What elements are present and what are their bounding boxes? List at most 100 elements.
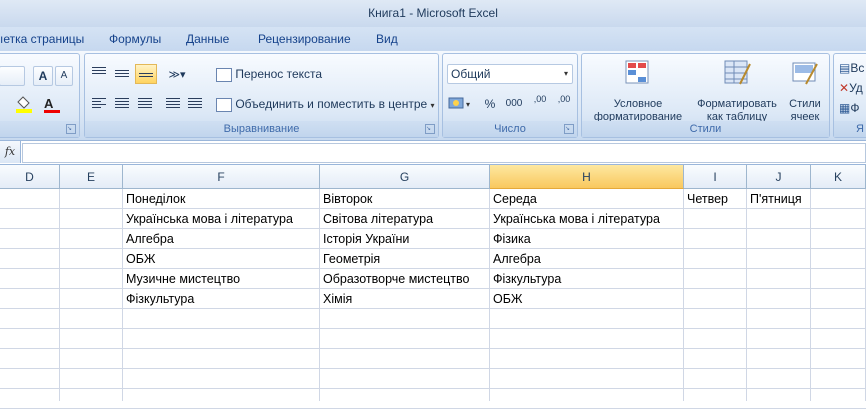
cell-G-row6[interactable]: Хімія (320, 289, 352, 309)
wrap-text-icon (216, 67, 232, 82)
cells-group-label: Я (834, 121, 866, 137)
wrap-text-label: Перенос текста (235, 67, 323, 81)
formula-bar: fx (0, 141, 866, 165)
align-right-button[interactable] (135, 94, 155, 114)
cell-H-row4[interactable]: Алгебра (490, 249, 541, 269)
grow-font-button[interactable]: A (33, 66, 53, 86)
cell-F-row6[interactable]: Фізкультура (123, 289, 194, 309)
format-cells-button[interactable]: ▦Ф (838, 98, 866, 118)
gridline-horizontal (0, 328, 866, 329)
conditional-formatting-line1: Условное (613, 98, 663, 110)
conditional-formatting-icon (625, 60, 649, 84)
font-color-button[interactable]: A (43, 94, 71, 114)
decrease-indent-button[interactable] (163, 94, 183, 114)
fx-button[interactable]: fx (0, 141, 21, 163)
shrink-font-button[interactable]: A (55, 66, 73, 86)
fill-bucket-icon (16, 96, 32, 113)
format-table-icon (724, 60, 751, 85)
cell-H-row6[interactable]: ОБЖ (490, 289, 522, 309)
delete-cells-button[interactable]: ✕Уд (838, 78, 866, 98)
styles-group: Условное форматирование Форматировать ка… (581, 53, 830, 138)
column-header-I[interactable]: I (684, 165, 747, 189)
column-header-H[interactable]: H (490, 165, 684, 189)
align-top-button[interactable] (89, 64, 109, 84)
ribbon: A A A ↘ ≫▾ Перенос текста Объединить и п… (0, 51, 866, 141)
cell-F-row2[interactable]: Українська мова і література (123, 209, 293, 229)
fill-color-button[interactable] (13, 94, 37, 114)
cell-H-row1[interactable]: Середа (490, 189, 537, 209)
cell-H-row2[interactable]: Українська мова і література (490, 209, 660, 229)
merge-center-button[interactable]: Объединить и поместить в центре ▾ (215, 94, 435, 114)
svg-text:▾: ▾ (466, 100, 470, 109)
conditional-formatting-button[interactable]: Условное форматирование (586, 58, 690, 124)
thousands-button[interactable]: 000 (502, 94, 526, 114)
cell-H-row3[interactable]: Фізика (490, 229, 531, 249)
cell-G-row1[interactable]: Вівторок (320, 189, 372, 209)
cell-F-row1[interactable]: Понеділок (123, 189, 185, 209)
delete-cells-icon: ✕ (839, 81, 850, 95)
tab-view[interactable]: Вид (376, 27, 398, 51)
gridline-horizontal (0, 368, 866, 369)
alignment-group-label: Выравнивание (85, 121, 438, 137)
merge-center-label: Объединить и поместить в центре (235, 97, 428, 111)
styles-group-label: Стили (582, 121, 829, 137)
formula-input[interactable] (22, 143, 866, 163)
column-header-F[interactable]: F (123, 165, 320, 189)
number-launcher-icon[interactable]: ↘ (564, 124, 574, 134)
cell-F-row5[interactable]: Музичне мистецтво (123, 269, 240, 289)
alignment-launcher-icon[interactable]: ↘ (425, 124, 435, 134)
cells-group: ▤Вс ✕Уд ▦Ф Я (833, 53, 866, 138)
cell-styles-button[interactable]: Стили ячеек (783, 58, 827, 124)
orientation-button[interactable]: ≫▾ (163, 64, 191, 84)
column-header-K[interactable]: K (811, 165, 866, 189)
align-left-icon (92, 98, 106, 108)
cell-G-row4[interactable]: Геометрія (320, 249, 380, 269)
column-header-E[interactable]: E (60, 165, 123, 189)
font-size-box[interactable] (0, 66, 25, 86)
tab-page-layout[interactable]: ıетка страницы (0, 27, 84, 51)
align-bottom-button[interactable] (135, 64, 157, 84)
format-as-table-button[interactable]: Форматировать как таблицу (692, 58, 782, 124)
format-as-table-line1: Форматировать (697, 98, 777, 110)
tab-review[interactable]: Рецензирование (258, 27, 351, 51)
chevron-down-icon: ▾ (563, 69, 568, 78)
increase-decimal-button[interactable]: ,00 (529, 94, 551, 114)
currency-format-button[interactable]: ▾ (447, 94, 477, 114)
percent-button[interactable]: % (481, 94, 499, 114)
red-swatch-icon (44, 110, 60, 113)
cell-J-row1[interactable]: П'ятниця (747, 189, 802, 209)
cell-I-row1[interactable]: Четвер (684, 189, 728, 209)
number-format-select[interactable]: Общий ▾ (447, 64, 573, 84)
decrease-decimal-button[interactable]: ,00 (553, 94, 575, 114)
number-group: Общий ▾ ▾ % 000 ,00 ,00 Число ↘ (442, 53, 578, 138)
decrease-decimal-label: ,00 (557, 94, 571, 104)
cell-G-row2[interactable]: Світова література (320, 209, 433, 229)
tab-formulas[interactable]: Формулы (109, 27, 161, 51)
column-header-D[interactable]: D (0, 165, 60, 189)
gridline-vertical (59, 189, 60, 401)
insert-label: Вс (850, 61, 865, 75)
align-bottom-icon (139, 73, 153, 77)
cell-F-row3[interactable]: Алгебра (123, 229, 174, 249)
align-center-button[interactable] (112, 94, 132, 114)
increase-indent-button[interactable] (185, 94, 205, 114)
gridline-horizontal (0, 348, 866, 349)
column-header-J[interactable]: J (747, 165, 811, 189)
font-launcher-icon[interactable]: ↘ (66, 124, 76, 134)
cell-G-row3[interactable]: Історія України (320, 229, 409, 249)
wrap-text-button[interactable]: Перенос текста (215, 64, 335, 84)
insert-cells-icon: ▤ (839, 61, 851, 75)
cell-F-row4[interactable]: ОБЖ (123, 249, 155, 269)
insert-cells-button[interactable]: ▤Вс (838, 58, 866, 78)
increase-decimal-label: ,00 (533, 94, 547, 104)
column-header-G[interactable]: G (320, 165, 490, 189)
cell-G-row5[interactable]: Образотворче мистецтво (320, 269, 469, 289)
format-label: Ф (850, 101, 860, 115)
align-middle-button[interactable] (112, 64, 132, 84)
tab-data[interactable]: Данные (186, 27, 229, 51)
cell-H-row5[interactable]: Фізкультура (490, 269, 561, 289)
align-left-button[interactable] (89, 94, 109, 114)
gridline-horizontal (0, 388, 866, 389)
gridline-vertical (810, 189, 811, 401)
window-title-bar: Книга1 - Microsoft Excel (0, 0, 866, 27)
